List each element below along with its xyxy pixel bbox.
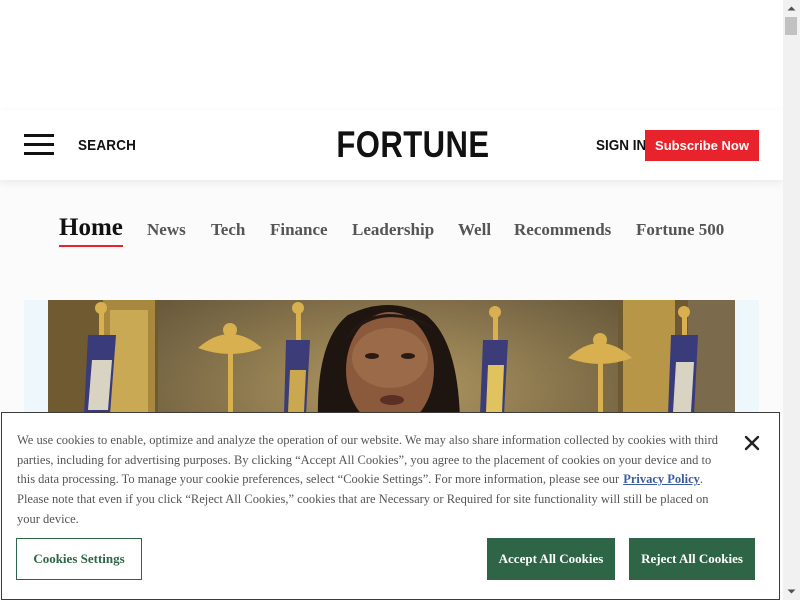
nav-item-leadership[interactable]: Leadership <box>352 220 434 240</box>
nav-item-tech[interactable]: Tech <box>211 220 245 240</box>
hamburger-icon[interactable] <box>24 134 54 155</box>
reject-all-cookies-button[interactable]: Reject All Cookies <box>629 538 755 580</box>
close-icon[interactable] <box>742 433 762 453</box>
cookie-message: We use cookies to enable, optimize and a… <box>17 431 727 530</box>
vertical-scrollbar[interactable] <box>783 0 800 600</box>
hamburger-line <box>24 134 54 137</box>
nav-item-recommends[interactable]: Recommends <box>514 220 611 240</box>
hamburger-line <box>24 143 54 146</box>
nav-item-finance[interactable]: Finance <box>270 220 328 240</box>
hamburger-line <box>24 152 54 155</box>
privacy-policy-link[interactable]: Privacy Policy <box>623 472 700 486</box>
accept-all-cookies-button[interactable]: Accept All Cookies <box>487 538 615 580</box>
scrollbar-thumb[interactable] <box>785 17 797 35</box>
ad-space <box>0 0 783 110</box>
page: SEARCH FORTUNE SIGN IN Subscribe Now Hom… <box>0 0 783 600</box>
nav-item-news[interactable]: News <box>147 220 186 240</box>
site-header: SEARCH FORTUNE SIGN IN Subscribe Now <box>0 110 783 180</box>
fortune-logo[interactable]: FORTUNE <box>336 126 489 164</box>
nav-item-fortune-500[interactable]: Fortune 500 <box>636 220 724 240</box>
arrow-down-icon[interactable] <box>783 583 800 600</box>
sign-in-link[interactable]: SIGN IN <box>596 137 646 154</box>
active-nav-underline <box>59 245 123 247</box>
nav-item-well[interactable]: Well <box>458 220 491 240</box>
search-button[interactable]: SEARCH <box>78 137 136 154</box>
cookie-banner: We use cookies to enable, optimize and a… <box>1 412 780 600</box>
cookies-settings-button[interactable]: Cookies Settings <box>16 538 142 580</box>
section-nav: Home News Tech Finance Leadership Well R… <box>0 180 783 280</box>
cookie-text-intro: We use cookies to enable, optimize and a… <box>17 433 719 487</box>
nav-item-home[interactable]: Home <box>59 214 123 242</box>
subscribe-button[interactable]: Subscribe Now <box>645 130 759 161</box>
arrow-up-icon[interactable] <box>783 0 800 17</box>
